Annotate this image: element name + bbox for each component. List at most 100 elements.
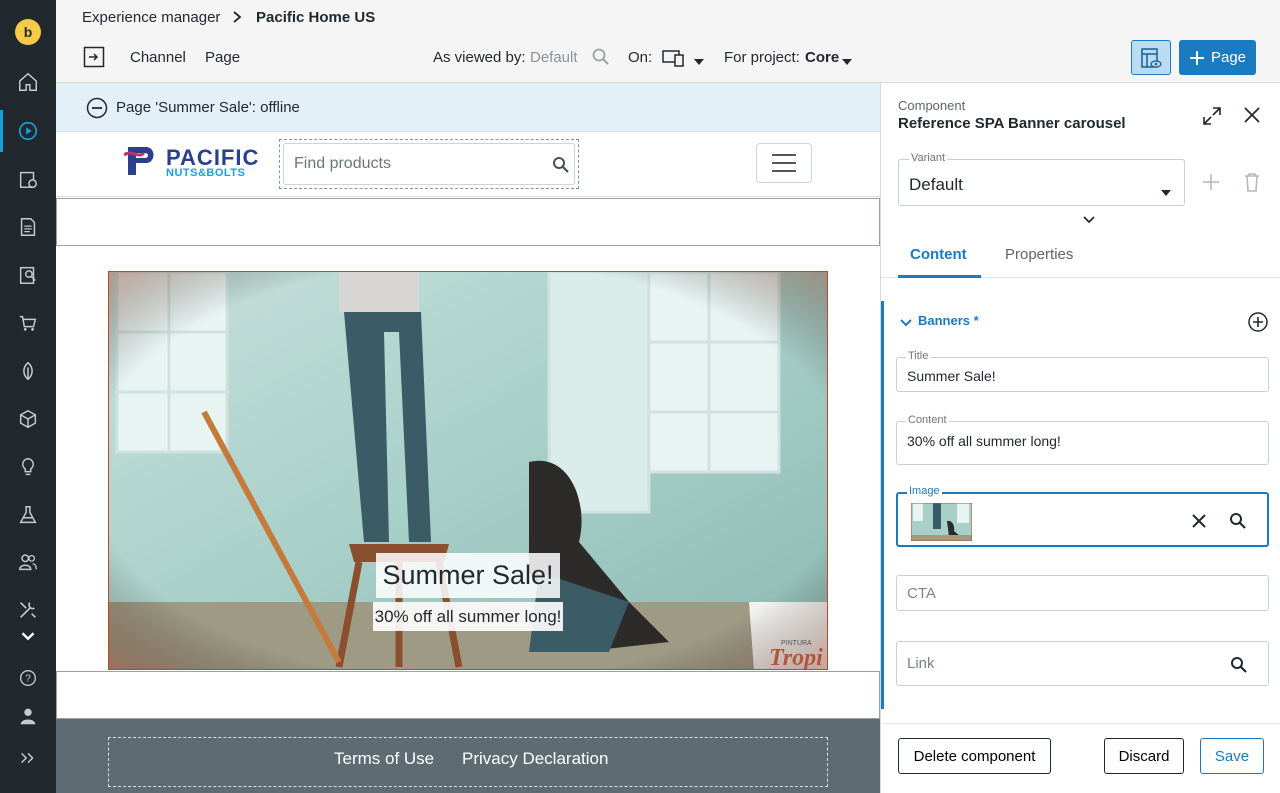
title-field-value: Summer Sale! [907,368,996,384]
empty-container-bottom[interactable] [56,671,880,719]
project-value[interactable]: Core [805,49,839,66]
variant-select[interactable]: Variant Default [898,152,1185,206]
banner-subtitle: 30% off all summer long! [373,602,563,631]
product-search-input[interactable]: Find products [283,143,575,185]
offline-notice: Page 'Summer Sale': offline [56,83,880,132]
search-image-icon[interactable] [1229,512,1247,535]
content-icon[interactable] [14,213,42,241]
panel-tabs: Content Properties [881,230,1280,278]
projects-icon[interactable] [14,165,42,193]
audiences-icon[interactable] [14,548,42,576]
footer-link-terms[interactable]: Terms of Use [334,749,434,769]
panel-kind: Component [898,98,966,113]
offline-icon [86,97,108,124]
active-nav-indicator [0,110,3,152]
search-component-outline: Find products [279,139,579,189]
content-search-icon[interactable] [14,261,42,289]
logo-tagline: NUTS&BOLTS [166,167,246,179]
add-page-label: Page [1210,49,1247,66]
section-chevron-icon[interactable] [900,315,912,333]
home-icon[interactable] [14,68,42,96]
preview-toggle-button[interactable] [1131,40,1171,75]
svg-text:b: b [24,24,33,40]
banners-section-label[interactable]: Banners * [918,313,979,328]
menu-toggle-button[interactable] [756,143,812,183]
experiments-icon[interactable] [14,501,42,529]
footer-divider [881,723,1280,724]
left-nav-rail: b ? [0,0,56,793]
search-icon[interactable] [552,156,570,179]
device-dropdown-icon[interactable] [694,53,704,71]
add-banner-icon[interactable] [1248,312,1268,337]
add-variant-icon[interactable] [1202,173,1220,196]
tab-content-underline [898,275,981,278]
component-panel: Component Reference SPA Banner carousel … [880,83,1280,793]
footer-link-privacy[interactable]: Privacy Declaration [462,749,608,769]
content-field-value: 30% off all summer long! [907,433,1061,449]
site-footer: Terms of Use Privacy Declaration [56,719,880,793]
page-menu[interactable]: Page [205,49,240,66]
tab-properties[interactable]: Properties [1005,246,1073,263]
variant-dropdown-icon [1161,184,1171,202]
add-page-button[interactable]: Page [1179,40,1256,75]
insights-icon[interactable] [14,453,42,481]
save-button[interactable]: Save [1200,738,1264,774]
title-field-label: Title [906,350,931,362]
content-field-label: Content [906,414,949,426]
project-label: For project: [724,49,800,66]
help-icon[interactable]: ? [14,664,42,692]
pacific-logo[interactable]: PACIFIC NUTS&BOLTS [124,145,264,179]
device-icon[interactable] [661,48,687,73]
plus-icon [1189,50,1204,65]
chevron-right-icon [231,9,243,30]
tab-content[interactable]: Content [910,246,967,263]
section-indicator [881,301,884,709]
admin-icon[interactable] [14,596,42,624]
commerce-icon[interactable] [14,309,42,337]
viewed-by-value[interactable]: Default [530,49,578,66]
search-link-icon[interactable] [1230,656,1248,679]
delete-variant-icon[interactable] [1243,172,1261,197]
variant-value: Default [909,175,963,194]
viewed-by-label: As viewed by: [433,49,526,66]
expand-nav-icon[interactable] [14,744,42,772]
close-icon[interactable] [1243,106,1261,129]
search-placeholder: Find products [294,155,391,172]
breadcrumb-current: Pacific Home US [256,9,376,26]
footer-menu-outline: Terms of Use Privacy Declaration [108,737,828,787]
banner-sign-text: Tropi [769,645,823,670]
banner-carousel[interactable]: Tropi PINTURA Summer Sale! 30% off all s… [108,271,828,670]
expand-chevron-icon[interactable] [1082,212,1096,230]
device-label: On: [628,49,653,66]
banner-title: Summer Sale! [376,553,560,598]
hamburger-icon [772,154,796,172]
toggle-sidebar-icon[interactable] [83,46,105,68]
brand-logo-icon[interactable]: b [14,18,42,46]
project-dropdown-icon[interactable] [842,53,852,71]
experience-manager-icon[interactable] [14,117,42,145]
channel-menu[interactable]: Channel [130,49,186,66]
search-icon[interactable] [591,47,611,72]
clear-image-icon[interactable] [1191,513,1207,534]
breadcrumb-root[interactable]: Experience manager [82,9,220,26]
categories-icon[interactable] [14,405,42,433]
user-icon[interactable] [14,702,42,730]
image-field[interactable]: Image [896,485,1269,547]
breadcrumb: Experience manager Pacific Home US [56,0,1280,36]
image-thumbnail [911,503,972,541]
seo-icon[interactable] [14,357,42,385]
link-placeholder: Link [907,655,935,672]
title-field[interactable]: Title Summer Sale! [896,350,1269,392]
offline-text: Page 'Summer Sale': offline [116,99,300,116]
delete-component-button[interactable]: Delete component [898,738,1051,774]
chevron-down-icon[interactable] [14,622,42,650]
discard-button[interactable]: Discard [1104,738,1184,774]
variant-label: Variant [909,152,948,164]
link-field[interactable]: Link [896,641,1269,686]
maximize-icon[interactable] [1201,105,1223,132]
cta-placeholder: CTA [907,585,936,602]
cta-field[interactable]: CTA [896,575,1269,611]
content-field[interactable]: Content 30% off all summer long! [896,414,1269,465]
image-field-label: Image [907,485,942,497]
empty-container-top[interactable] [56,198,880,246]
